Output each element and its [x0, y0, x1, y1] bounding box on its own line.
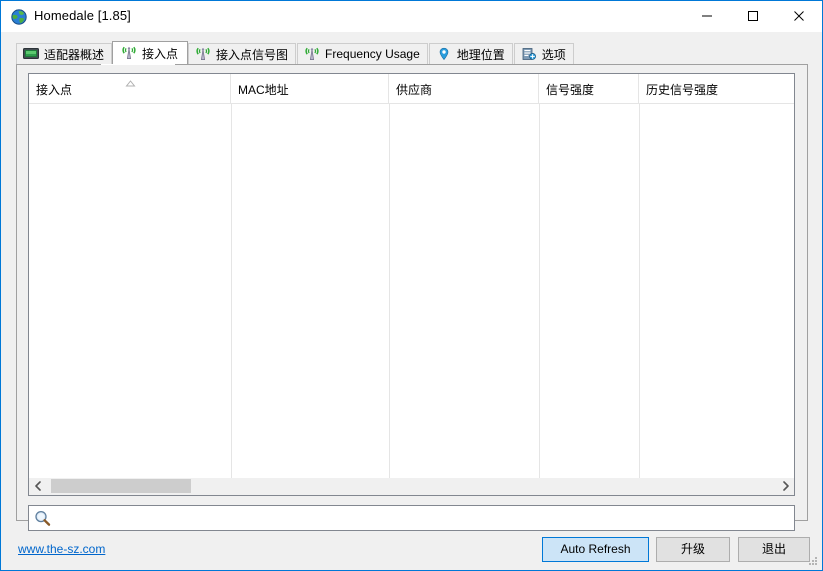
globe-icon	[11, 9, 27, 25]
map-pin-icon	[436, 47, 452, 61]
table-header-row: 接入点 MAC地址 供应商 信号强度 历史信号强度	[29, 74, 794, 104]
options-gear-icon	[521, 47, 537, 61]
column-header-label: 历史信号强度	[646, 83, 719, 97]
close-icon	[794, 11, 804, 21]
column-header-mac-address[interactable]: MAC地址	[231, 74, 389, 103]
title-bar: Homedale [1.85]	[1, 1, 822, 33]
maximize-icon	[748, 11, 758, 21]
access-point-antenna-icon	[121, 46, 137, 60]
tab-label: 地理位置	[456, 47, 505, 62]
column-divider	[639, 104, 640, 478]
column-divider	[231, 104, 232, 478]
window-title: Homedale [1.85]	[34, 8, 131, 23]
tab-frequency-usage[interactable]: Frequency Usage	[297, 43, 428, 64]
tab-label: 适配器概述	[44, 47, 105, 62]
column-header-label: MAC地址	[238, 83, 289, 97]
sort-ascending-icon	[125, 76, 136, 87]
column-header-signal-strength[interactable]: 信号强度	[539, 74, 639, 103]
tab-adapter-overview[interactable]: 适配器概述	[16, 43, 113, 64]
tab-label: 选项	[541, 47, 566, 62]
column-header-access-point[interactable]: 接入点	[29, 74, 231, 103]
scroll-right-button[interactable]	[777, 478, 794, 494]
tab-options[interactable]: 选项	[513, 43, 574, 64]
column-header-label: 供应商	[396, 83, 433, 97]
maximize-button[interactable]	[730, 1, 776, 31]
application-window: Homedale [1.85] 适配器概述 接入点 接入点信号图 Frequen…	[0, 0, 823, 571]
column-divider	[539, 104, 540, 478]
access-point-antenna-icon	[195, 47, 211, 61]
tab-label: 接入点信号图	[216, 47, 289, 62]
column-header-label: 接入点	[36, 83, 73, 97]
close-button[interactable]	[776, 1, 822, 31]
tab-geolocation[interactable]: 地理位置	[428, 43, 513, 64]
panel-top-border	[16, 64, 808, 65]
auto-refresh-button[interactable]: Auto Refresh	[542, 537, 649, 562]
search-input[interactable]	[55, 510, 785, 527]
chevron-right-icon	[782, 481, 789, 491]
website-link[interactable]: www.the-sz.com	[18, 542, 105, 556]
access-point-table[interactable]: 接入点 MAC地址 供应商 信号强度 历史信号强度	[28, 73, 795, 478]
network-adapter-icon	[23, 47, 39, 61]
upgrade-button[interactable]: 升级	[656, 537, 730, 562]
access-point-antenna-icon	[304, 47, 320, 61]
tab-label: 接入点	[142, 46, 179, 61]
resize-grip[interactable]	[807, 555, 819, 567]
scroll-left-button[interactable]	[29, 478, 46, 494]
column-divider	[389, 104, 390, 478]
search-box[interactable]	[28, 505, 795, 531]
horizontal-scrollbar[interactable]	[28, 478, 795, 496]
tab-content-panel: 接入点 MAC地址 供应商 信号强度 历史信号强度	[16, 64, 808, 531]
table-body-empty[interactable]	[29, 104, 794, 478]
tab-strip: 适配器概述 接入点 接入点信号图 Frequency Usage 地理位置 选项	[1, 32, 822, 64]
chevron-left-icon	[34, 481, 41, 491]
minimize-icon	[702, 15, 712, 17]
column-header-label: 信号强度	[546, 83, 595, 97]
tab-list: 适配器概述 接入点 接入点信号图 Frequency Usage 地理位置 选项	[16, 41, 575, 64]
tab-label: Frequency Usage	[325, 47, 420, 61]
minimize-button[interactable]	[684, 1, 730, 31]
magnifier-icon	[34, 510, 51, 527]
column-header-signal-history[interactable]: 历史信号强度	[639, 74, 794, 103]
tab-access-points[interactable]: 接入点	[112, 41, 189, 64]
tab-access-point-signal-graph[interactable]: 接入点信号图	[188, 43, 297, 64]
scrollbar-thumb[interactable]	[51, 479, 191, 493]
exit-button[interactable]: 退出	[738, 537, 810, 562]
column-header-vendor[interactable]: 供应商	[389, 74, 539, 103]
